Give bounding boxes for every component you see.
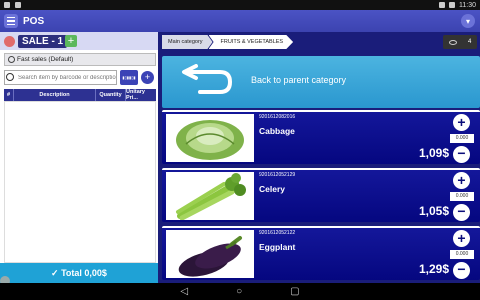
breadcrumb: Main category FRUITS & VEGETABLES — [162, 35, 294, 49]
increase-quantity-button[interactable]: + — [453, 114, 470, 131]
product-price: 1,05$ — [418, 204, 449, 218]
view-toggle[interactable]: 4 — [443, 35, 477, 49]
app-title: POS — [23, 15, 45, 27]
product-image-celery — [166, 172, 254, 221]
home-nav-icon[interactable]: ○ — [236, 286, 242, 297]
breadcrumb-fruits-vegetables[interactable]: FRUITS & VEGETABLES — [208, 35, 294, 49]
increase-quantity-button[interactable]: + — [453, 172, 470, 189]
app-bar: POS ▾ — [0, 10, 480, 32]
decrease-quantity-button[interactable]: − — [453, 204, 470, 221]
catalog-panel: Main category FRUITS & VEGETABLES 4 Back… — [162, 32, 480, 283]
col-unit-price[interactable]: Unitary Pri... — [126, 89, 156, 101]
total-button[interactable]: ✓ Total 0,00$ — [0, 263, 158, 283]
product-sku: 9201612052122 — [259, 230, 296, 236]
product-name: Celery — [259, 184, 285, 194]
breadcrumb-main-category[interactable]: Main category — [162, 35, 213, 49]
sale-title[interactable]: SALE - 1 — [18, 34, 68, 48]
product-sku: 9201612052129 — [259, 172, 296, 178]
decrease-quantity-button[interactable]: − — [453, 262, 470, 279]
product-price: 1,29$ — [418, 262, 449, 276]
decrease-quantity-button[interactable]: − — [453, 146, 470, 163]
sale-panel: SALE - 1 + Fast sales (Default) ▮▯▮▮▯▮ +… — [0, 32, 158, 283]
overflow-menu-icon[interactable]: ▾ — [461, 14, 475, 28]
add-sale-button[interactable]: + — [65, 35, 77, 47]
product-sku: 9201612082016 — [259, 114, 296, 120]
product-price: 1,09$ — [418, 146, 449, 160]
battery-icon — [449, 2, 455, 8]
eye-icon — [448, 39, 457, 45]
download-icon — [15, 2, 21, 8]
fast-sales-label: Fast sales (Default) — [17, 56, 74, 63]
menu-icon[interactable] — [4, 14, 18, 28]
fast-sales-selector[interactable]: Fast sales (Default) — [4, 53, 156, 66]
quantity-field[interactable]: 0.000 — [450, 134, 474, 143]
col-number[interactable]: # — [4, 89, 14, 101]
back-nav-icon[interactable]: ◁ — [180, 286, 188, 297]
items-table-body — [4, 101, 156, 263]
add-item-button[interactable]: + — [141, 71, 154, 84]
product-card[interactable]: 9201612052129 Celery 1,05$ + 0.000 − — [162, 168, 480, 222]
barcode-scan-button[interactable]: ▮▯▮▮▯▮ — [120, 70, 138, 85]
product-name: Cabbage — [259, 126, 295, 136]
product-image-cabbage — [166, 114, 254, 162]
back-arrow-icon — [182, 64, 233, 94]
status-time: 11:30 — [459, 1, 476, 9]
search-input[interactable] — [4, 70, 117, 85]
system-nav-bar: ◁ ○ ▢ — [0, 283, 480, 300]
search-icon — [6, 73, 14, 81]
product-image-eggplant — [166, 230, 254, 278]
fast-sales-icon — [8, 56, 15, 63]
product-name: Eggplant — [259, 242, 296, 252]
view-count: 4 — [467, 39, 472, 45]
items-table-header: # Description Quantity Unitary Pri... — [4, 89, 156, 101]
recents-nav-icon[interactable]: ▢ — [290, 286, 299, 297]
col-description[interactable]: Description — [14, 89, 96, 101]
product-card[interactable]: 9201612052122 Eggplant 1,29$ + 0.000 − — [162, 226, 480, 280]
settings-icon — [4, 2, 10, 8]
back-to-parent-button[interactable]: Back to parent category — [162, 56, 480, 108]
quantity-field[interactable]: 0.000 — [450, 250, 474, 259]
wifi-icon — [439, 2, 445, 8]
product-card[interactable]: 9201612082016 Cabbage 1,09$ + 0.000 − — [162, 110, 480, 164]
increase-quantity-button[interactable]: + — [453, 230, 470, 247]
col-quantity[interactable]: Quantity — [96, 89, 126, 101]
quantity-field[interactable]: 0.000 — [450, 192, 474, 201]
search-row: ▮▯▮▮▯▮ + — [4, 70, 156, 85]
back-label: Back to parent category — [251, 75, 347, 85]
status-bar: 11:30 — [0, 0, 480, 10]
sale-header: SALE - 1 — [0, 32, 158, 50]
sale-icon — [4, 35, 15, 47]
